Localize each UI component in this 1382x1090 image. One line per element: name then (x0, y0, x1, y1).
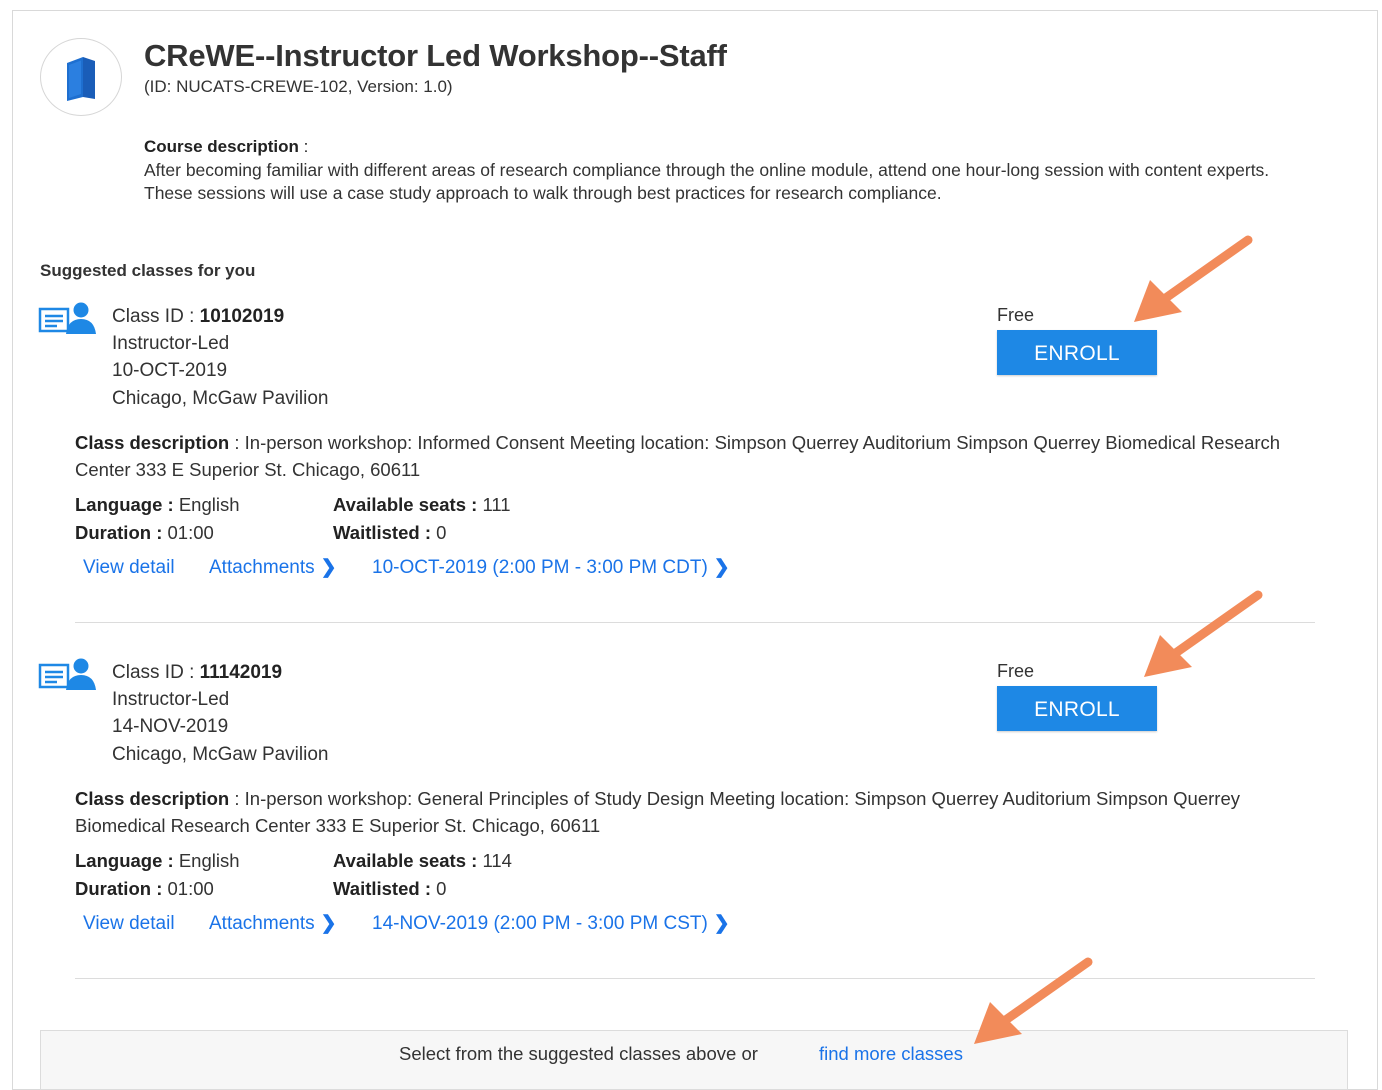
class-price: Free (997, 305, 1035, 325)
session-link[interactable]: 14-NOV-2019 (2:00 PM - 3:00 PM CST) ❯ (372, 912, 730, 935)
session-link[interactable]: 10-OCT-2019 (2:00 PM - 3:00 PM CDT) ❯ (372, 556, 730, 579)
enroll-button[interactable]: ENROLL (997, 330, 1157, 375)
suggested-classes-heading: Suggested classes for you (40, 261, 256, 280)
class-id: Class ID : 11142019 (112, 662, 283, 683)
course-description: After becoming familiar with different a… (144, 160, 1270, 203)
class-description: Class description : In-person workshop: … (75, 788, 1240, 836)
instructor-class-icon (38, 302, 96, 334)
class-date: 14-NOV-2019 (112, 716, 229, 737)
class-duration: Duration : 01:00 (75, 878, 214, 899)
course-id-version: (ID: NUCATS-CREWE-102, Version: 1.0) (144, 77, 453, 96)
find-more-classes-link[interactable]: find more classes (819, 1043, 963, 1065)
enroll-button[interactable]: ENROLL (997, 686, 1157, 731)
class-language: Language : English (75, 850, 240, 871)
class-language: Language : English (75, 494, 240, 515)
class-location: Chicago, McGaw Pavilion (112, 744, 329, 765)
class-available-seats: Available seats : 111 (333, 494, 511, 515)
course-title: CReWE--Instructor Led Workshop--Staff (144, 38, 727, 73)
class-available-seats: Available seats : 114 (333, 850, 512, 871)
chevron-right-icon: ❯ (320, 913, 337, 934)
class-waitlisted: Waitlisted : 0 (333, 878, 447, 899)
instructor-class-icon (38, 658, 96, 690)
class-location: Chicago, McGaw Pavilion (112, 388, 329, 409)
footer-text: Select from the suggested classes above … (399, 1043, 758, 1064)
view-detail-link[interactable]: View detail (83, 913, 175, 935)
annotation-arrow (974, 957, 1093, 1044)
class-price: Free (997, 661, 1035, 681)
attachments-link[interactable]: Attachments ❯ (209, 912, 337, 935)
class-type: Instructor-Led (112, 333, 230, 354)
annotation-arrow (1134, 235, 1253, 322)
class-duration: Duration : 01:00 (75, 522, 214, 543)
class-type: Instructor-Led (112, 689, 230, 710)
class-description: Class description : In-person workshop: … (75, 432, 1281, 480)
class-divider (75, 978, 1315, 979)
view-detail-link[interactable]: View detail (83, 557, 175, 579)
class-date: 10-OCT-2019 (112, 360, 228, 381)
chevron-right-icon: ❯ (713, 913, 730, 934)
class-divider (75, 622, 1315, 623)
book-icon (40, 38, 122, 116)
course-description-label: Course description : (144, 137, 309, 156)
annotation-arrow (1144, 590, 1263, 677)
chevron-right-icon: ❯ (713, 557, 730, 578)
class-id: Class ID : 10102019 (112, 306, 285, 327)
class-waitlisted: Waitlisted : 0 (333, 522, 447, 543)
chevron-right-icon: ❯ (320, 557, 337, 578)
attachments-link[interactable]: Attachments ❯ (209, 556, 337, 579)
